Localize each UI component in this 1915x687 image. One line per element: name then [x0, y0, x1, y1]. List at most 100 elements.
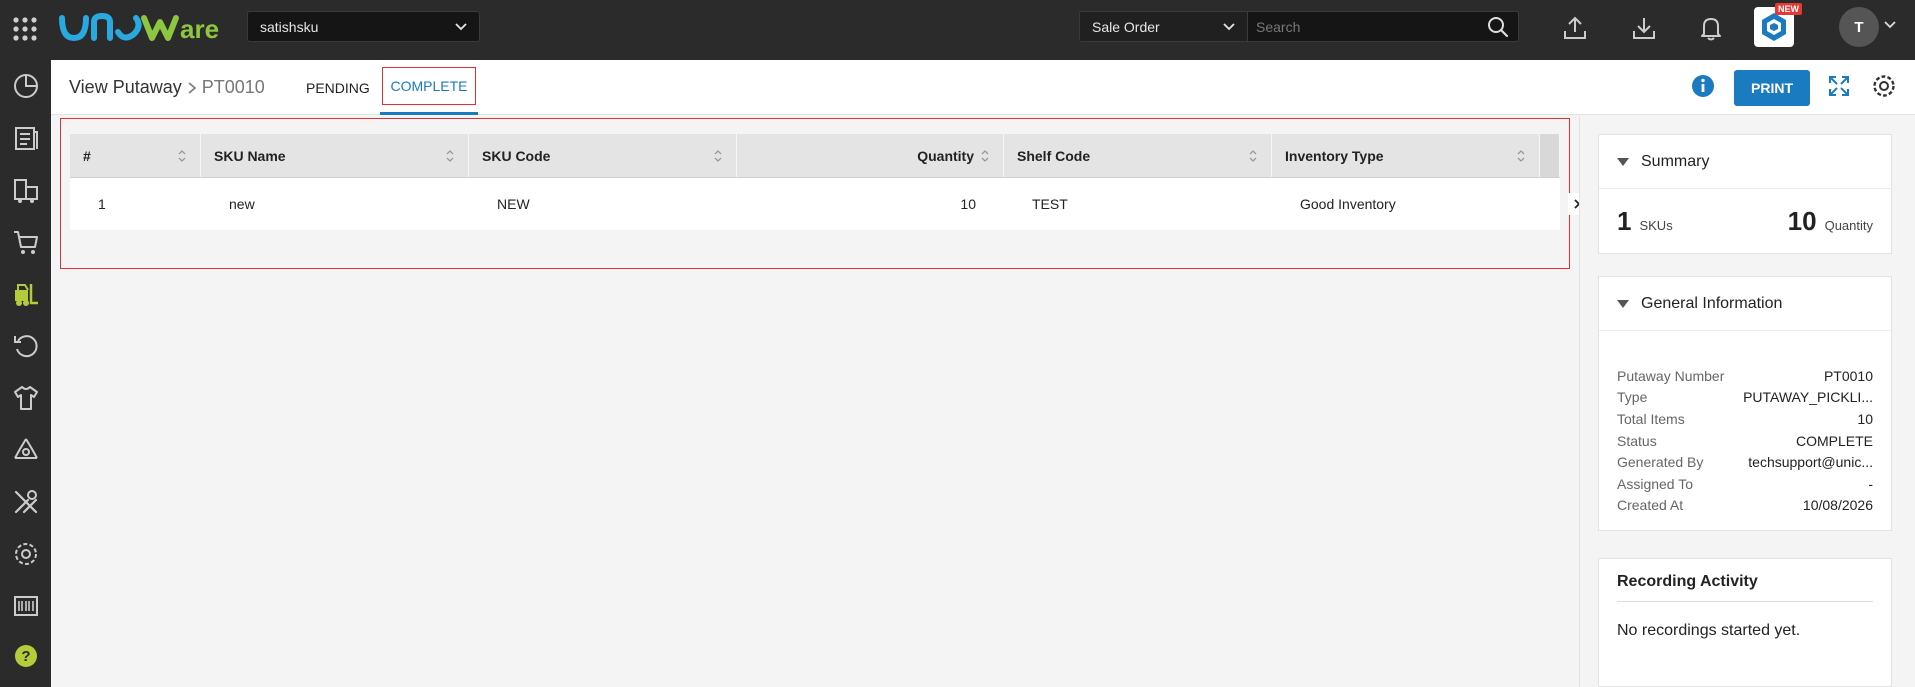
barcode-icon	[13, 596, 38, 616]
orders-icon	[14, 127, 38, 150]
summary-skus-value: 1	[1617, 205, 1632, 236]
column-header-label: Inventory Type	[1285, 147, 1384, 164]
bell-icon	[1701, 18, 1721, 41]
tools-icon	[14, 490, 37, 514]
facility-select[interactable]: satishsku	[247, 11, 480, 42]
sidebar-item-returns[interactable]	[0, 320, 51, 372]
tab-complete[interactable]: COMPLETE	[380, 60, 478, 115]
caret-down-icon	[1617, 157, 1629, 166]
column-header-quantity[interactable]: Quantity	[737, 134, 1004, 177]
sidebar-item-barcode[interactable]	[0, 580, 51, 632]
info-label: Generated By	[1617, 454, 1704, 471]
cell-sku-code: NEW	[497, 196, 530, 212]
cart-icon	[13, 231, 38, 254]
summary-skus-label: SKUs	[1639, 217, 1673, 233]
column-header-sku-name[interactable]: SKU Name	[201, 134, 469, 177]
details-panel: Summary 1 SKUs 10 Quantity General Informa…	[1579, 116, 1915, 687]
avatar-initial: T	[1854, 18, 1864, 36]
sort-icon	[1249, 149, 1257, 162]
general-info-title: General Information	[1641, 294, 1783, 312]
sidebar-item-tools[interactable]	[0, 476, 51, 528]
info-row-total-items: Total Items 10	[1617, 408, 1873, 430]
table-header: # SKU Name SKU Code Quantity Shelf Code …	[70, 134, 1560, 178]
chevron-down-icon	[455, 22, 467, 30]
dashboard-icon	[13, 74, 38, 98]
new-badge: NEW	[1775, 3, 1802, 15]
info-value: -	[1868, 475, 1873, 492]
chevron-right-icon	[188, 81, 196, 94]
tab-complete-label: COMPLETE	[382, 67, 476, 105]
expand-icon	[1829, 76, 1849, 96]
new-app-button[interactable]: NEW	[1754, 3, 1802, 47]
settings-icon	[14, 543, 37, 565]
info-row-created-at: Created At 10/08/2026	[1617, 495, 1873, 517]
summary-card: Summary 1 SKUs 10 Quantity	[1598, 134, 1892, 254]
info-value: 10/08/2026	[1802, 497, 1873, 514]
sort-icon	[714, 149, 722, 162]
recycle-icon	[13, 438, 38, 459]
info-value: techsupport@unic...	[1748, 454, 1873, 471]
notifications-button[interactable]	[1696, 13, 1726, 43]
sidebar-item-help[interactable]: ?	[0, 630, 51, 682]
general-info-body: Putaway Number PT0010 Type PUTAWAY_PICKLI.…	[1599, 331, 1891, 530]
page-header: View Putaway PT0010 PENDING COMPLETE PRI…	[51, 60, 1915, 115]
fullscreen-button[interactable]	[1827, 74, 1851, 98]
shipping-icon	[13, 179, 38, 203]
summary-quantity: 10 Quantity	[1788, 206, 1873, 237]
user-avatar[interactable]: T	[1839, 7, 1879, 47]
breadcrumb-root[interactable]: View Putaway	[69, 77, 182, 98]
summary-body: 1 SKUs 10 Quantity	[1599, 189, 1891, 253]
tab-pending[interactable]: PENDING	[306, 60, 370, 115]
column-header-index[interactable]: #	[70, 134, 201, 177]
column-header-label: SKU Code	[482, 147, 551, 164]
chevron-down-icon	[1223, 22, 1235, 30]
breadcrumb-id: PT0010	[201, 77, 265, 97]
info-label: Type	[1617, 389, 1648, 406]
sidebar-item-dashboard[interactable]	[0, 60, 51, 112]
forklift-icon	[14, 284, 38, 306]
general-info-header[interactable]: General Information	[1599, 277, 1891, 331]
print-button[interactable]: PRINT	[1734, 70, 1810, 106]
info-value: COMPLETE	[1795, 432, 1873, 449]
upload-button[interactable]	[1560, 13, 1590, 43]
page-settings-button[interactable]	[1871, 73, 1897, 99]
sidebar-item-shipping[interactable]	[0, 164, 51, 216]
upload-icon	[1564, 16, 1586, 39]
info-button[interactable]	[1691, 74, 1715, 98]
sidebar-item-warehouse[interactable]	[0, 268, 51, 320]
sidebar-item-reprocess[interactable]	[0, 424, 51, 476]
column-header-shelf-code[interactable]: Shelf Code	[1004, 134, 1272, 177]
sidebar-item-products[interactable]	[0, 372, 51, 424]
table-row[interactable]: 1 new NEW 10 TEST Good Inventory	[70, 178, 1560, 230]
putaway-items-table: # SKU Name SKU Code Quantity Shelf Code …	[70, 134, 1560, 230]
sidebar: ?	[0, 60, 51, 687]
summary-skus: 1 SKUs	[1617, 206, 1673, 237]
sidebar-item-purchase[interactable]	[0, 216, 51, 268]
svg-text:?: ?	[21, 648, 30, 665]
column-header-sku-code[interactable]: SKU Code	[469, 134, 737, 177]
cell-shelf-code: TEST	[1032, 196, 1068, 212]
user-menu-caret[interactable]	[1884, 21, 1896, 29]
info-value: PUTAWAY_PICKLI...	[1743, 389, 1873, 406]
sort-icon	[178, 149, 186, 162]
apps-grid-icon[interactable]	[12, 16, 38, 42]
summary-title: Summary	[1641, 152, 1710, 170]
sort-icon	[1517, 149, 1525, 162]
search-type-select[interactable]: Sale Order	[1080, 12, 1248, 41]
search-input[interactable]	[1248, 12, 1478, 41]
info-row-type: Type PUTAWAY_PICKLI...	[1617, 387, 1873, 409]
chevron-down-icon	[1884, 21, 1896, 29]
column-header-label: Quantity	[917, 147, 974, 164]
help-icon: ?	[14, 645, 37, 667]
sidebar-item-orders[interactable]	[0, 112, 51, 164]
sidebar-item-settings[interactable]	[0, 528, 51, 580]
download-button[interactable]	[1629, 13, 1659, 43]
info-icon	[1692, 75, 1714, 97]
summary-card-header[interactable]: Summary	[1599, 135, 1891, 189]
sort-icon	[981, 149, 989, 162]
column-header-inventory-type[interactable]: Inventory Type	[1272, 134, 1540, 177]
search-button[interactable]	[1478, 12, 1518, 41]
sort-icon	[446, 149, 454, 162]
facility-select-value: satishsku	[260, 18, 319, 35]
brand-logo[interactable]: are	[58, 8, 220, 48]
